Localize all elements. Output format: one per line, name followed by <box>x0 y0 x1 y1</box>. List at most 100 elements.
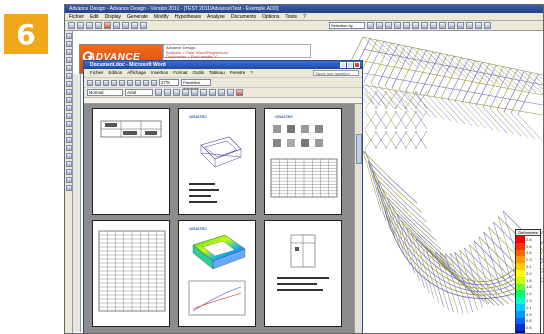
word-window[interactable]: Document.doc - Microsoft Word Fichier Edi… <box>83 60 363 333</box>
new-doc-icon[interactable] <box>87 79 93 86</box>
app-menu-item-0[interactable]: Fichier <box>69 13 84 20</box>
minimize-button[interactable] <box>340 62 346 68</box>
side-tool-icon[interactable] <box>65 153 72 159</box>
word-menu-item-1[interactable]: Edition <box>109 69 123 77</box>
app-menu-item-7[interactable]: Documents <box>231 13 256 20</box>
bold-icon[interactable] <box>155 89 162 96</box>
word-menu-item-5[interactable]: Outils <box>193 69 205 77</box>
open-icon[interactable] <box>77 22 84 29</box>
align-left-icon[interactable] <box>182 89 189 96</box>
word-menu-item-8[interactable]: ? <box>250 69 253 77</box>
side-tool-icon[interactable] <box>65 185 72 191</box>
spell-icon[interactable] <box>127 79 133 86</box>
side-tool-icon[interactable] <box>65 121 72 127</box>
align-right-icon[interactable] <box>200 89 207 96</box>
italic-icon[interactable] <box>164 89 171 96</box>
toolbar-tool-icon[interactable] <box>421 22 428 29</box>
side-tool-icon[interactable] <box>65 41 72 47</box>
side-tool-icon[interactable] <box>65 73 72 79</box>
side-tool-icon[interactable] <box>65 129 72 135</box>
side-tool-icon[interactable] <box>65 145 72 151</box>
word-menu-item-7[interactable]: Fenetre <box>230 69 246 77</box>
page-thumbnail-3[interactable]: GRAITEC <box>264 108 342 215</box>
app-menu-item-5[interactable]: Hypotheses <box>175 13 201 20</box>
help-search-input[interactable]: Tapez une question <box>313 70 359 76</box>
page-thumbnail-6[interactable] <box>264 220 342 327</box>
toolbar-tool-icon[interactable] <box>412 22 419 29</box>
bullets-icon[interactable] <box>218 89 225 96</box>
side-tool-icon[interactable] <box>65 33 72 39</box>
toolbar-tool-icon[interactable] <box>466 22 473 29</box>
scrollbar-thumb[interactable] <box>356 134 362 164</box>
app-menu-item-10[interactable]: ? <box>303 13 306 20</box>
side-tool-icon[interactable] <box>65 89 72 95</box>
underline-icon[interactable] <box>173 89 180 96</box>
bold-icon[interactable] <box>135 79 141 86</box>
page-thumbnail-2[interactable]: GRAITEC <box>178 108 256 215</box>
maximize-button[interactable] <box>347 62 353 68</box>
preview-icon[interactable] <box>119 79 125 86</box>
justify-icon[interactable] <box>209 89 216 96</box>
toolbar-tool-icon[interactable] <box>448 22 455 29</box>
style-select[interactable]: Normal <box>87 89 123 96</box>
toolbar-tool-icon[interactable] <box>376 22 383 29</box>
app-menu-item-9[interactable]: Tools <box>285 13 297 20</box>
toolbar-tool-icon[interactable] <box>394 22 401 29</box>
align-center-icon[interactable] <box>191 89 198 96</box>
side-tool-icon[interactable] <box>65 97 72 103</box>
font-color-icon[interactable] <box>236 89 243 96</box>
toolbar-tool-icon[interactable] <box>430 22 437 29</box>
paste-icon[interactable] <box>122 22 129 29</box>
vertical-scrollbar[interactable] <box>354 104 362 333</box>
toolbar-tool-icon[interactable] <box>484 22 491 29</box>
toolbar-tool-icon[interactable] <box>403 22 410 29</box>
selection-select[interactable]: Selection by <box>329 22 365 29</box>
font-select[interactable]: Arial <box>125 89 153 96</box>
app-menu-item-4[interactable]: Modify <box>154 13 169 20</box>
cut-icon[interactable] <box>104 22 111 29</box>
page-thumbnail-5[interactable]: GRAITEC <box>178 220 256 327</box>
word-menu-item-4[interactable]: Format <box>173 69 187 77</box>
undo-icon[interactable] <box>131 22 138 29</box>
side-tool-icon[interactable] <box>65 161 72 167</box>
word-menu-item-2[interactable]: Affichage <box>127 69 146 77</box>
app-menu-item-2[interactable]: Display <box>105 13 121 20</box>
document-area[interactable]: GRAITEC GRAITEC GRAITEC <box>84 104 362 333</box>
side-tool-icon[interactable] <box>65 49 72 55</box>
side-tool-icon[interactable] <box>65 57 72 63</box>
toolbar-tool-icon[interactable] <box>475 22 482 29</box>
side-tool-icon[interactable] <box>65 113 72 119</box>
underline-icon[interactable] <box>151 79 157 86</box>
app-menu-item-3[interactable]: Generate <box>127 13 148 20</box>
toolbar-tool-icon[interactable] <box>457 22 464 29</box>
side-tool-icon[interactable] <box>65 65 72 71</box>
read-mode-select[interactable]: Prédéfinir marques <box>181 79 211 91</box>
toolbar-tool-icon[interactable] <box>439 22 446 29</box>
word-menu-item-6[interactable]: Tableau <box>209 69 225 77</box>
page-thumbnail-4[interactable] <box>92 220 170 327</box>
side-tool-icon[interactable] <box>65 105 72 111</box>
app-menu-item-1[interactable]: Edit <box>90 13 99 20</box>
save-icon[interactable] <box>86 22 93 29</box>
print-icon[interactable] <box>95 22 102 29</box>
toolbar-tool-icon[interactable] <box>367 22 374 29</box>
redo-icon[interactable] <box>140 22 147 29</box>
new-icon[interactable] <box>68 22 75 29</box>
side-tool-icon[interactable] <box>65 177 72 183</box>
word-menu-item-3[interactable]: Insertion <box>151 69 168 77</box>
copy-icon[interactable] <box>113 22 120 29</box>
word-menu-item-0[interactable]: Fichier <box>90 69 104 77</box>
app-menu-item-8[interactable]: Options <box>262 13 279 20</box>
zoom-select[interactable]: 27% <box>159 79 179 86</box>
print-doc-icon[interactable] <box>111 79 117 86</box>
side-tool-icon[interactable] <box>65 169 72 175</box>
app-menu-item-6[interactable]: Analyse <box>207 13 225 20</box>
numbering-icon[interactable] <box>227 89 234 96</box>
page-thumbnail-1[interactable] <box>92 108 170 215</box>
side-tool-icon[interactable] <box>65 137 72 143</box>
side-tool-icon[interactable] <box>65 81 72 87</box>
toolbar-tool-icon[interactable] <box>385 22 392 29</box>
open-doc-icon[interactable] <box>95 79 101 86</box>
italic-icon[interactable] <box>143 79 149 86</box>
close-button[interactable] <box>354 62 360 68</box>
